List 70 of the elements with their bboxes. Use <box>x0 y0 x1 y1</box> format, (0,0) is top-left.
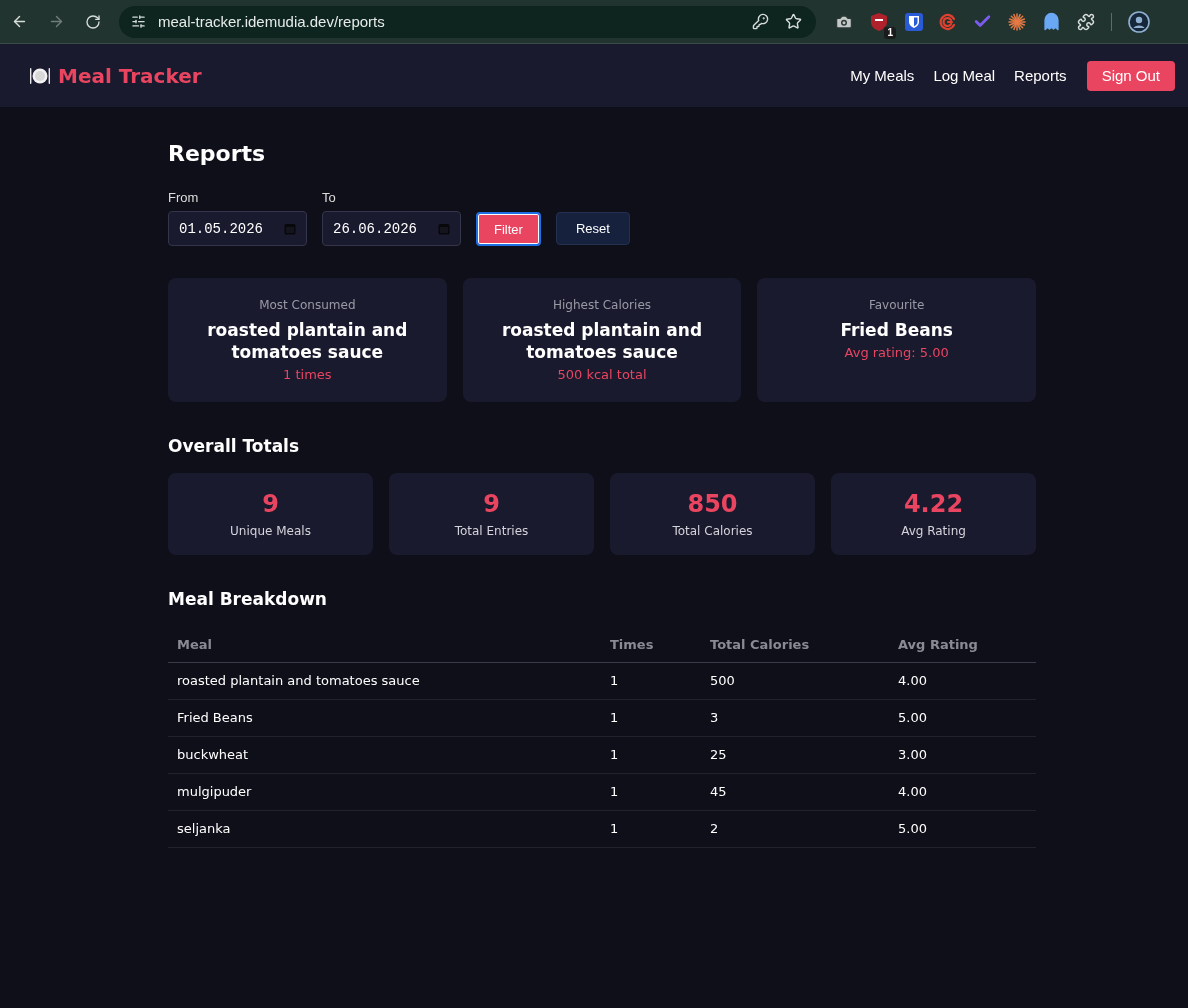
card-detail: 1 times <box>283 366 332 383</box>
table-cell: 5.00 <box>889 810 1036 848</box>
card-label: Favourite <box>868 298 925 313</box>
table-cell: 1 <box>601 662 701 700</box>
table-cell: roasted plantain and tomatoes sauce <box>168 662 601 700</box>
swirl-icon[interactable] <box>939 12 957 31</box>
column-header: Avg Rating <box>889 628 1036 663</box>
avatar-icon[interactable] <box>1128 10 1150 33</box>
stat-label: Avg Rating <box>901 523 966 539</box>
page-title: Reports <box>168 140 267 168</box>
table-cell: 3 <box>701 699 889 737</box>
starburst-icon[interactable] <box>1008 12 1026 31</box>
stat-value: 9 <box>262 489 279 519</box>
shield-icon[interactable] <box>869 11 889 32</box>
ghost-icon[interactable] <box>1042 12 1061 31</box>
address-bar[interactable]: meal-tracker.idemudia.dev/reports <box>119 5 816 38</box>
card-detail: Avg rating: 5.00 <box>844 344 949 361</box>
card-value: Fried Beans <box>840 319 953 341</box>
stat-value: 850 <box>687 489 738 519</box>
table-cell: 1 <box>601 699 701 737</box>
table-cell: 5.00 <box>889 699 1036 737</box>
nav-link[interactable]: Reports <box>1014 67 1067 84</box>
stat-label: Total Calories <box>672 523 753 539</box>
site-settings-icon[interactable] <box>131 14 146 29</box>
star-icon[interactable] <box>785 13 802 30</box>
reset-button[interactable]: Reset <box>555 212 630 245</box>
table-cell: 25 <box>701 736 889 774</box>
table-cell: 4.00 <box>889 773 1036 811</box>
table-cell: 500 <box>701 662 889 700</box>
table-cell: 1 <box>601 736 701 774</box>
stat-label: Total Entries <box>454 523 529 539</box>
card-value: roasted plantain and tomatoes sauce <box>500 319 704 363</box>
card-label: Highest Calories <box>552 298 651 313</box>
column-header: Times <box>601 628 701 663</box>
extensions-icon[interactable] <box>1077 12 1095 31</box>
column-header: Total Calories <box>701 628 889 663</box>
card-detail: 500 kcal total <box>557 366 647 383</box>
table-cell: seljanka <box>168 810 601 848</box>
notification-badge: 1 <box>883 25 897 40</box>
table-cell: 1 <box>601 773 701 811</box>
card-label: Most Consumed <box>259 298 356 313</box>
shield-icon[interactable] <box>905 12 923 31</box>
reload-icon[interactable] <box>85 13 101 30</box>
plate-icon <box>29 66 51 85</box>
card-value: roasted plantain and tomatoes sauce <box>206 319 409 363</box>
back-icon[interactable] <box>11 13 28 30</box>
column-header: Meal <box>168 628 601 663</box>
date-field[interactable]: 01.05.2026 <box>168 211 307 246</box>
filter-button[interactable]: Filter <box>476 212 541 246</box>
nav-link[interactable]: Log Meal <box>933 67 996 84</box>
stat-label: Unique Meals <box>230 523 311 539</box>
key-icon[interactable] <box>752 13 769 30</box>
stat-value: 9 <box>483 489 500 519</box>
table-cell: 3.00 <box>889 736 1036 774</box>
table-cell: buckwheat <box>168 736 601 774</box>
field-label: To <box>322 190 337 206</box>
table-cell: 4.00 <box>889 662 1036 700</box>
table-cell: 45 <box>701 773 889 811</box>
section-title: Meal Breakdown <box>168 588 328 611</box>
date-field[interactable]: 26.06.2026 <box>322 211 461 246</box>
app-logo[interactable]: Meal Tracker <box>58 63 202 88</box>
sign-out-button[interactable]: Sign Out <box>1086 60 1175 91</box>
table-cell: 2 <box>701 810 889 848</box>
section-title: Overall Totals <box>168 435 301 458</box>
table-cell: Fried Beans <box>168 699 601 737</box>
nav-link[interactable]: My Meals <box>850 67 915 84</box>
table-cell: 1 <box>601 810 701 848</box>
field-label: From <box>168 190 200 206</box>
table-cell: mulgipuder <box>168 773 601 811</box>
stat-value: 4.22 <box>903 489 964 519</box>
